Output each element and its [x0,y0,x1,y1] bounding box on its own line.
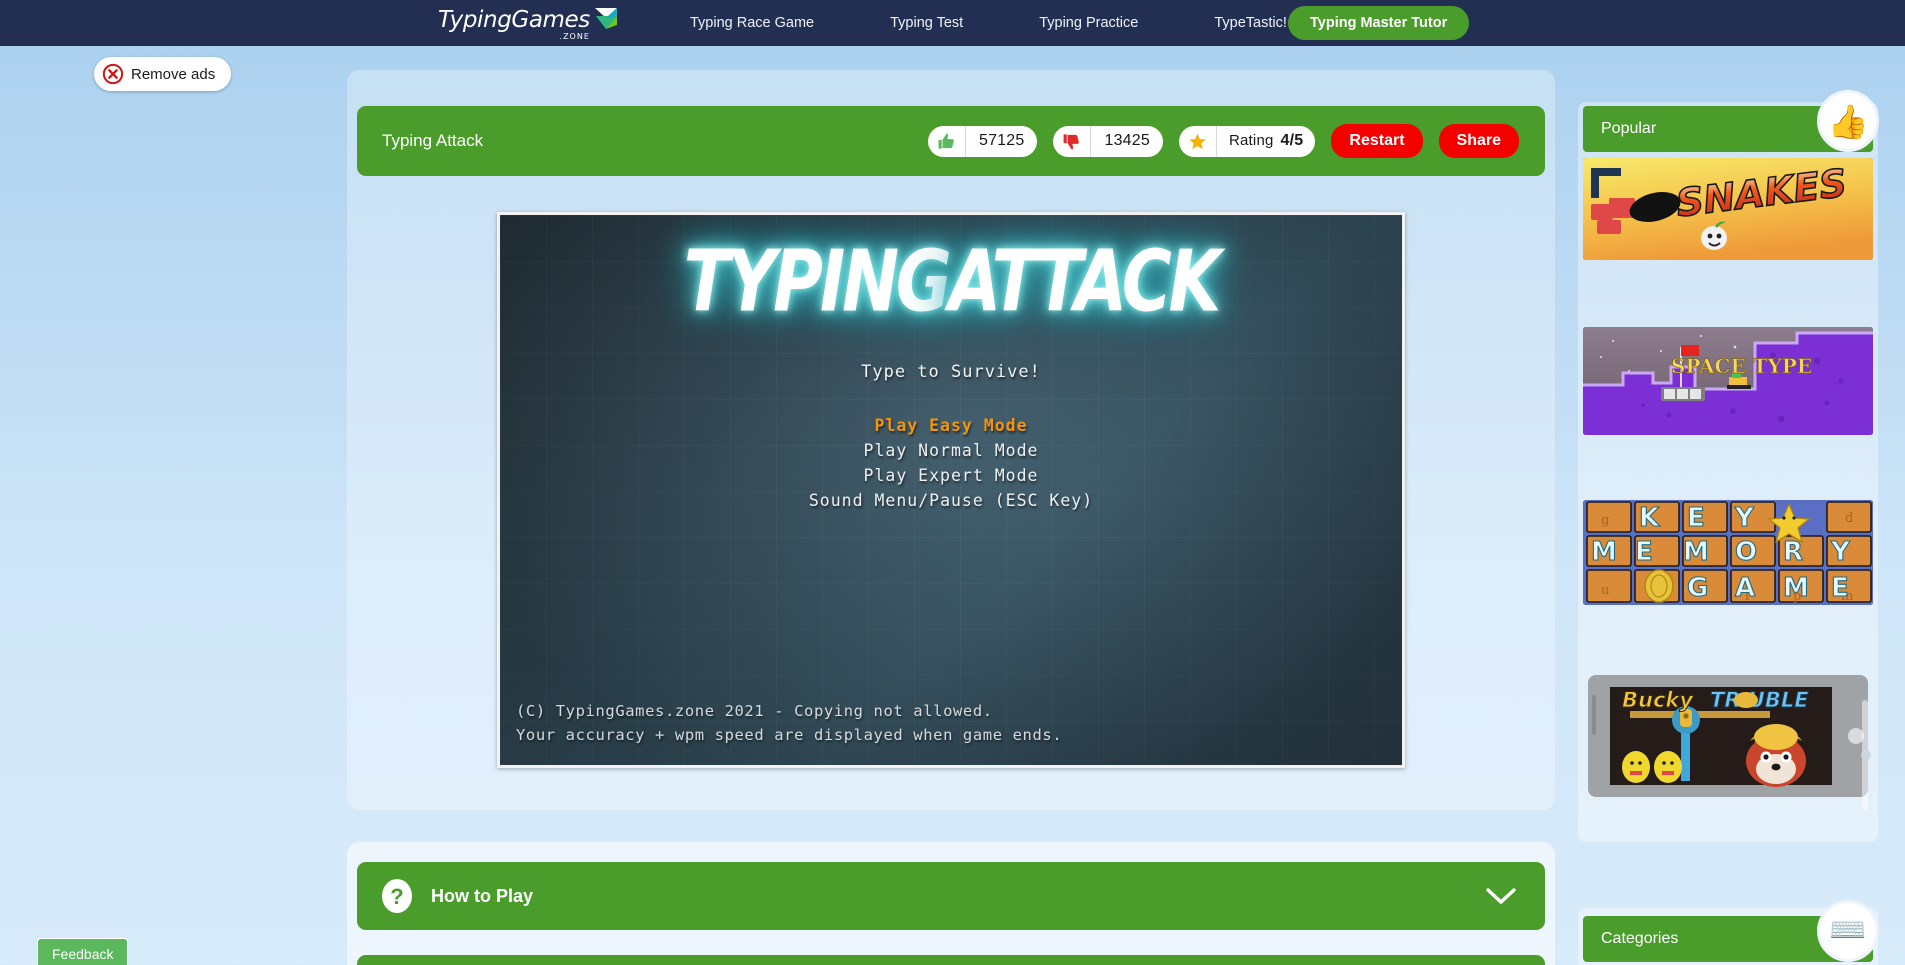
categories-title: Categories [1601,930,1679,947]
restart-button[interactable]: Restart [1331,124,1423,158]
svg-text:?: ? [390,884,403,909]
svg-text:E: E [1687,503,1705,533]
svg-text:Y: Y [1830,537,1851,567]
svg-text:u: u [1601,583,1609,598]
logo-text: TypingGames [438,7,590,33]
remove-ads-button[interactable]: Remove ads [94,57,232,91]
svg-text:M: M [1683,537,1709,567]
logo-word-attack: ATTACK [948,232,1222,331]
svg-text:E: E [1831,573,1849,603]
svg-text:K: K [1639,503,1660,533]
question-mark-icon: ? [382,879,412,913]
svg-text:A: A [1735,573,1755,603]
nav-item-typing-test[interactable]: Typing Test [890,15,963,31]
how-to-play-label: How to Play [431,885,534,906]
nav-item-typing-race-game[interactable]: Typing Race Game [690,15,814,31]
copyright-line: (C) TypingGames.zone 2021 - Copying not … [516,702,993,720]
remove-ads-label: Remove ads [131,65,216,83]
game-thumbnail-key-memory-game[interactable]: gdu lpm i KEY MEM ORY GAM E [1583,500,1873,605]
share-button[interactable]: Share [1438,124,1519,158]
popular-section-header: Popular 👍 [1583,90,1879,152]
logo-zone-suffix: .ZONE [559,32,590,41]
game-header-bar: Typing Attack 57125 13425 Rating 4/5 Res… [357,106,1545,176]
star-icon [1179,125,1217,157]
play-arrow-icon [594,8,617,29]
game-canvas-frame: TYPINGATTACK Type to Survive! Play Easy … [497,212,1405,768]
chevron-down-icon[interactable] [1485,886,1517,906]
game-thumbnail-space-type[interactable]: SPACE TYPE [1583,327,1873,435]
thumbs-up-icon [928,125,966,157]
logo-word-typing: TYPING [683,232,952,331]
menu-item-sound-menu-pause[interactable]: Sound Menu/Pause (ESC Key) [500,488,1402,513]
svg-text:O: O [1735,537,1757,567]
svg-text:TR UBLE: TR UBLE [1710,688,1809,712]
how-to-play-accordion[interactable]: ? How to Play [357,862,1545,930]
top-navigation-bar: TypingGames .ZONE Typing Race Game Typin… [0,0,1905,46]
next-accordion-bar[interactable] [357,955,1545,965]
sidebar-scrollbar-thumb[interactable] [1861,750,1871,760]
nav-item-typing-practice[interactable]: Typing Practice [1039,15,1138,31]
game-thumbnail-snakes[interactable]: SNAKES [1583,158,1873,260]
svg-text:SPACE TYPE: SPACE TYPE [1671,354,1812,378]
game-title: Typing Attack [382,131,484,150]
circle-x-icon [102,63,124,85]
game-menu: Play Easy Mode Play Normal Mode Play Exp… [500,413,1402,513]
svg-text:R: R [1783,537,1803,567]
accuracy-note-line: Your accuracy + wpm speed are displayed … [516,726,1063,744]
svg-text:d: d [1845,511,1853,526]
game-tagline: Type to Survive! [861,362,1041,382]
svg-text:Bucky: Bucky [1622,688,1694,712]
typing-master-tutor-button[interactable]: Typing Master Tutor [1288,6,1470,40]
rating-value: 4/5 [1280,132,1304,149]
svg-text:G: G [1687,573,1708,603]
site-logo[interactable]: TypingGames .ZONE [438,5,619,41]
feedback-button[interactable]: Feedback [37,938,129,965]
popular-title: Popular [1601,120,1657,137]
categories-section-header[interactable]: Categories ⌨️ [1583,900,1879,962]
thumbs-down-icon [1053,125,1092,157]
svg-text:M: M [1783,573,1809,603]
menu-item-play-normal-mode[interactable]: Play Normal Mode [500,438,1402,463]
svg-text:Y: Y [1734,503,1755,533]
svg-text:M: M [1591,537,1617,567]
game-header-actions: 57125 13425 Rating 4/5 Restart Share [927,124,1519,158]
svg-text:E: E [1635,537,1653,567]
likes-count: 57125 [978,132,1025,149]
typing-attack-logo: TYPINGATTACK [500,239,1402,324]
keyboard-hands-icon: ⌨️ [1817,900,1879,962]
game-canvas[interactable]: TYPINGATTACK Type to Survive! Play Easy … [500,215,1402,765]
likes-counter[interactable]: 57125 [927,125,1038,157]
game-thumbnail-bucky-trouble[interactable]: Bucky TR UBLE [1588,675,1868,797]
dislikes-count: 13425 [1104,132,1150,149]
menu-item-play-expert-mode[interactable]: Play Expert Mode [500,463,1402,488]
canvas-footer-text: (C) TypingGames.zone 2021 - Copying not … [516,699,1062,747]
rating-label: Rating [1228,132,1274,149]
nav-item-typetastic[interactable]: TypeTastic! [1214,15,1287,31]
svg-text:g: g [1601,513,1609,528]
menu-item-play-easy-mode[interactable]: Play Easy Mode [500,413,1402,438]
thumbs-up-emoji-icon: 👍 [1817,90,1879,152]
rating-display[interactable]: Rating 4/5 [1178,125,1316,157]
main-nav-items: Typing Race Game Typing Test Typing Prac… [690,0,1287,46]
dislikes-counter[interactable]: 13425 [1053,125,1163,157]
